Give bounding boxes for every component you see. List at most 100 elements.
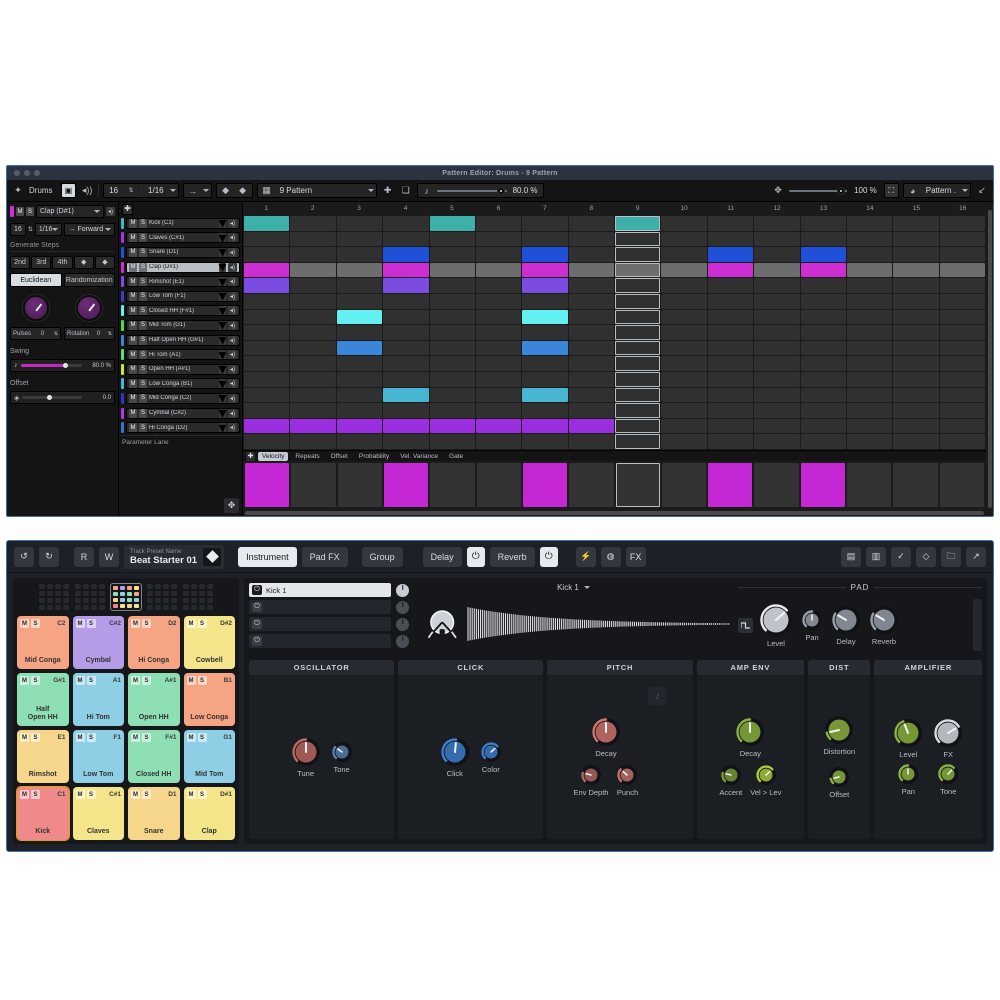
step-cell[interactable] [568, 325, 614, 340]
velocity-bar[interactable] [522, 463, 568, 507]
speaker-icon[interactable]: ◂) [228, 364, 237, 374]
plus-icon[interactable]: ✚ [381, 184, 395, 198]
step-cell[interactable] [707, 216, 754, 231]
note-icon[interactable]: ♪ [648, 687, 667, 705]
step-cell[interactable] [429, 293, 475, 309]
step-cell[interactable] [939, 434, 985, 449]
step-cell[interactable] [383, 231, 429, 247]
pad-mute-button[interactable]: M [20, 733, 29, 742]
step-cell[interactable] [336, 216, 383, 231]
velocity-bar[interactable] [383, 463, 429, 507]
step-cell[interactable] [615, 262, 661, 278]
step-cell[interactable] [568, 403, 614, 418]
pad-solo-button[interactable]: S [197, 676, 207, 685]
speaker-icon[interactable]: ◂) [106, 207, 115, 216]
step-cell[interactable] [893, 278, 939, 293]
step-cell[interactable] [754, 340, 800, 356]
step-cell[interactable] [568, 216, 614, 231]
stepper-icon[interactable]: ⇅ [54, 331, 58, 337]
step-cell[interactable] [336, 356, 383, 371]
offset-handle[interactable] [47, 395, 53, 400]
pad-bank-selector[interactable] [17, 582, 235, 612]
step-cell[interactable] [800, 231, 846, 247]
step-cell[interactable] [568, 278, 614, 293]
step-cell[interactable] [893, 340, 939, 356]
knob-dial[interactable] [480, 741, 502, 763]
knob-delay[interactable]: Delay [831, 605, 861, 646]
step-cell[interactable] [939, 387, 985, 403]
speaker-icon[interactable]: ◂) [228, 320, 237, 330]
step-cell[interactable] [615, 356, 661, 371]
collapse-icon[interactable]: ↙ [975, 184, 989, 198]
step-cell[interactable] [615, 231, 661, 247]
chevron-down-icon[interactable]: ▾ [218, 274, 226, 291]
step-cell[interactable] [522, 325, 568, 340]
step-cell[interactable] [893, 434, 939, 449]
step-cell[interactable] [336, 262, 383, 278]
step-cell[interactable] [661, 247, 707, 262]
step-cell[interactable] [244, 247, 290, 262]
slot-level-knob[interactable] [396, 600, 409, 614]
velocity-bar[interactable] [291, 463, 336, 507]
step-cell[interactable] [522, 356, 568, 371]
knob-decay[interactable]: Decay [719, 717, 781, 758]
rotation-knob[interactable] [75, 295, 102, 321]
speaker-icon[interactable]: ◂) [228, 247, 237, 257]
velocity-bar[interactable] [847, 463, 892, 507]
step-cell[interactable] [522, 418, 568, 434]
knob-dial[interactable] [801, 609, 823, 631]
pad[interactable]: M S F#1 Closed HH [128, 730, 180, 783]
pad-mute-button[interactable]: M [75, 676, 85, 685]
solo-button[interactable]: S [139, 277, 147, 287]
knob-fx[interactable]: FX [933, 718, 963, 759]
step-cell[interactable] [846, 325, 893, 340]
mute-button[interactable]: M [129, 247, 137, 257]
pad[interactable]: M S D2 Hi Conga [128, 616, 180, 669]
step-cell[interactable] [615, 309, 661, 325]
knob-offset[interactable]: Offset [828, 766, 850, 799]
pad-mute-button[interactable]: M [131, 676, 140, 685]
pad[interactable]: M S D#2 Cowbell [183, 616, 235, 669]
step-cell[interactable] [336, 231, 383, 247]
step-cell[interactable] [383, 356, 429, 371]
chevron-down-icon[interactable] [94, 210, 100, 213]
pad[interactable]: M S A1 Hi Tom [72, 673, 124, 726]
chevron-down-icon[interactable]: ▾ [218, 259, 226, 276]
step-cell[interactable] [522, 231, 568, 247]
step-cell[interactable] [800, 262, 846, 278]
mute-button[interactable]: M [16, 207, 24, 216]
step-cell[interactable] [615, 340, 661, 356]
pad[interactable]: M S D#1 Clap [183, 787, 235, 840]
step-cell[interactable] [939, 403, 985, 418]
speaker-icon[interactable]: ◂) [228, 379, 237, 389]
step-cell[interactable] [615, 434, 661, 449]
step-cell[interactable] [707, 356, 754, 371]
pattern-selector[interactable]: ▦ 9 Pattern [256, 183, 377, 198]
mute-button[interactable]: M [129, 291, 137, 301]
nudge-left-icon[interactable]: ◆ [219, 184, 233, 198]
chevron-down-icon[interactable]: ▾ [218, 303, 226, 320]
mute-button[interactable]: M [129, 408, 137, 418]
track-row[interactable]: M S Hi Conga (D2) ▾ ◂) [119, 420, 242, 437]
step-cell[interactable] [475, 247, 522, 262]
step-cell[interactable] [754, 356, 800, 371]
pad[interactable]: M S G#1 Half Open HH [17, 673, 69, 726]
solo-button[interactable]: S [139, 350, 147, 360]
chevron-down-icon[interactable]: ▾ [218, 347, 226, 364]
add-lane-icon[interactable]: ✚ [246, 451, 255, 461]
knob-dial[interactable] [591, 717, 621, 747]
step-cell[interactable] [568, 231, 614, 247]
step-cell[interactable] [800, 325, 846, 340]
step-cell[interactable] [336, 434, 383, 449]
step-cell[interactable] [475, 293, 522, 309]
zoom-icon[interactable]: ✥ [771, 184, 785, 198]
velocity-bar[interactable] [615, 463, 660, 507]
step-cell[interactable] [846, 278, 893, 293]
pad-bank-4[interactable] [147, 584, 177, 610]
step-cell[interactable] [336, 293, 383, 309]
play-direction-dropdown[interactable]: → Forward [64, 222, 116, 236]
step-cell[interactable] [939, 262, 985, 278]
step-cell[interactable] [615, 247, 661, 262]
step-cell[interactable] [754, 262, 800, 278]
velocity-bar[interactable] [754, 463, 799, 507]
